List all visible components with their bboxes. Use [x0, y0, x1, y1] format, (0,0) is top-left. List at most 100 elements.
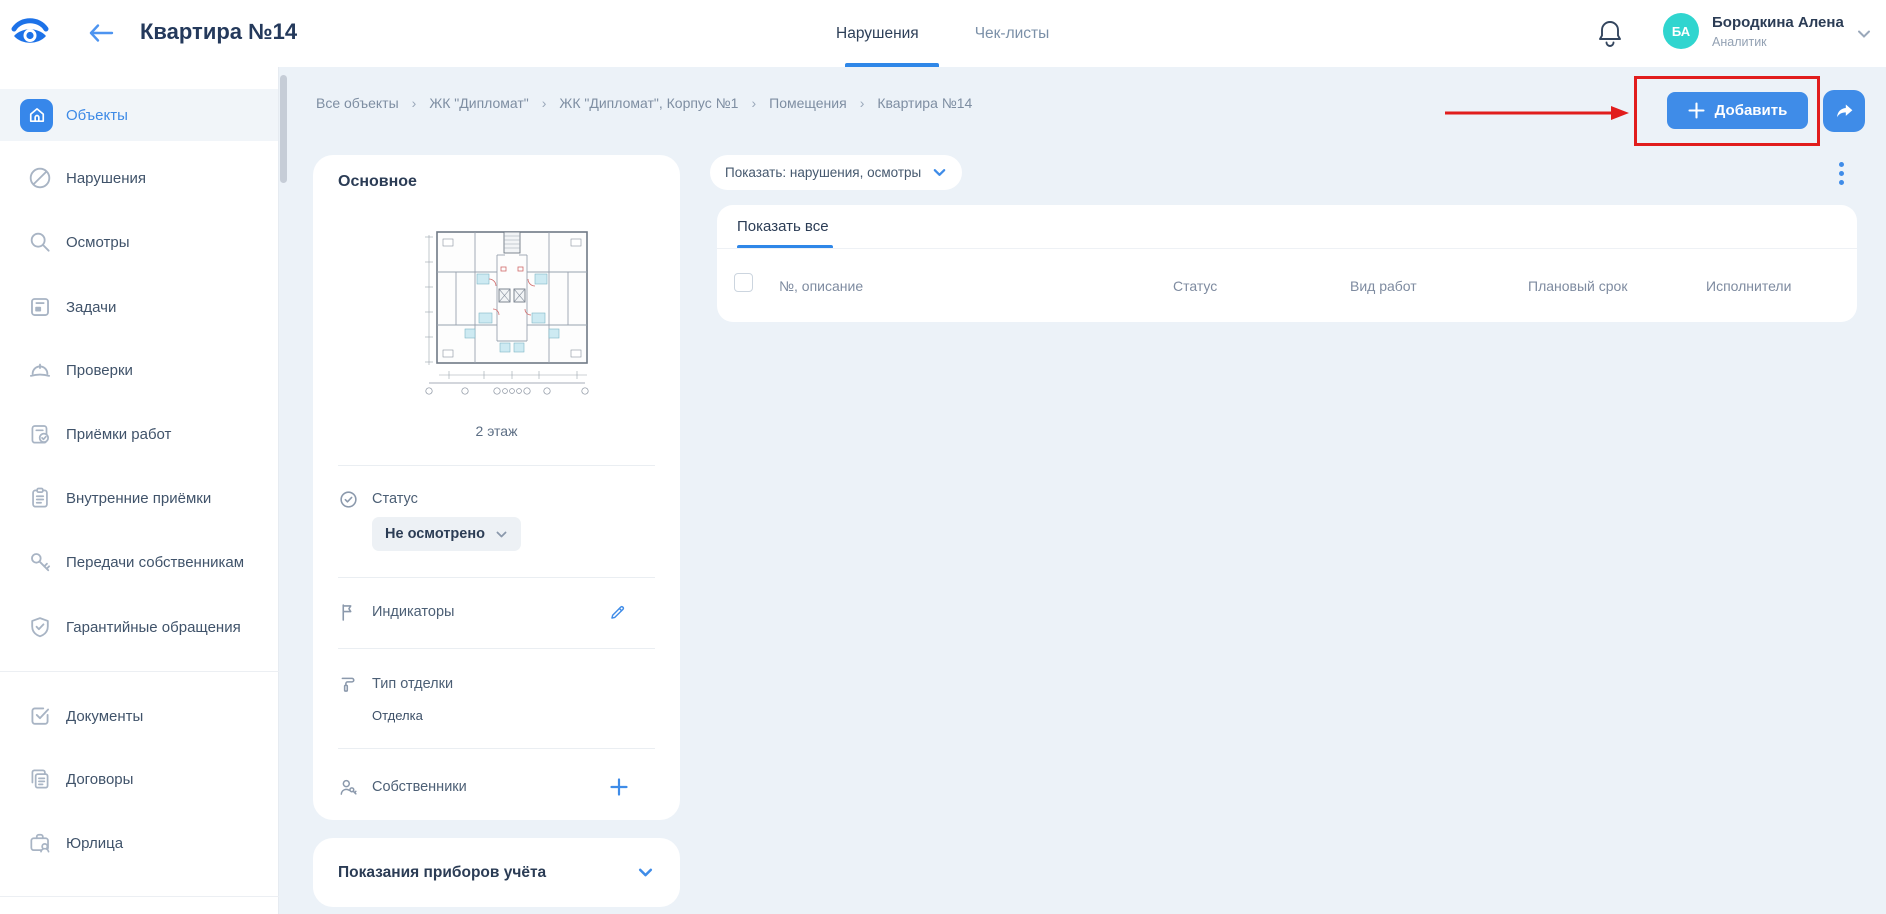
sidebar-item-inspections[interactable]: Осмотры — [0, 216, 278, 268]
documents-icon — [27, 766, 53, 792]
breadcrumb-item[interactable]: Все объекты — [316, 95, 399, 111]
divider — [338, 748, 655, 749]
clipboard-lines-icon — [27, 485, 53, 511]
chevron-down-icon — [495, 528, 508, 541]
bell-icon[interactable] — [1596, 18, 1624, 48]
magnifier-icon — [27, 229, 53, 255]
sidebar-divider — [0, 896, 279, 897]
column-planned-date: Плановый срок — [1528, 278, 1627, 294]
sidebar-item-label: Договоры — [66, 771, 133, 788]
shield-check-icon — [27, 614, 53, 640]
finish-type-value: Отделка — [372, 708, 423, 723]
flag-icon — [338, 602, 359, 623]
back-arrow-icon[interactable] — [88, 21, 114, 45]
share-button[interactable] — [1823, 90, 1865, 132]
page-tabs: Нарушения Чек-листы — [836, 0, 1049, 67]
owners-section: Собственники — [338, 771, 655, 803]
active-tab-underline — [845, 63, 939, 67]
sidebar-item-legal-entities[interactable]: Юрлица — [0, 817, 278, 869]
divider — [717, 248, 1857, 249]
pencil-icon[interactable] — [608, 603, 627, 622]
divider — [338, 577, 655, 578]
meters-card[interactable]: Показания приборов учёта — [313, 838, 680, 907]
breadcrumb: Все объекты › ЖК "Дипломат" › ЖК "Диплом… — [316, 95, 972, 111]
meters-card-title: Показания приборов учёта — [338, 864, 546, 882]
owners-label: Собственники — [372, 779, 467, 795]
annotation-arrow — [1443, 103, 1631, 123]
sidebar-item-violations[interactable]: Нарушения — [0, 152, 278, 204]
hard-hat-icon — [27, 357, 53, 383]
checkbox-icon — [27, 703, 53, 729]
plus-icon — [1688, 102, 1705, 119]
sidebar-item-label: Нарушения — [66, 170, 146, 187]
sidebar-item-checks[interactable]: Проверки — [0, 344, 278, 396]
sidebar-item-label: Юрлица — [66, 835, 123, 852]
breadcrumb-item[interactable]: ЖК "Дипломат", Корпус №1 — [559, 95, 738, 111]
chevron-down-icon — [932, 165, 947, 180]
indicators-label: Индикаторы — [372, 604, 454, 620]
tab-violations[interactable]: Нарушения — [836, 25, 919, 43]
sidebar-item-warranty[interactable]: Гарантийные обращения — [0, 601, 278, 653]
sidebar-item-owner-handover[interactable]: Передачи собственникам — [0, 536, 278, 588]
tab-checklists[interactable]: Чек-листы — [975, 25, 1050, 43]
select-all-checkbox[interactable] — [734, 273, 753, 292]
sidebar-item-work-acceptance[interactable]: Приёмки работ — [0, 408, 278, 460]
status-section: Статус — [338, 485, 655, 513]
avatar[interactable]: БА — [1663, 13, 1699, 49]
floor-plan-image[interactable] — [409, 217, 609, 407]
sidebar-item-label: Документы — [66, 708, 143, 725]
breadcrumb-item-current: Квартира №14 — [877, 95, 972, 111]
person-key-icon — [338, 777, 359, 798]
user-role: Аналитик — [1712, 35, 1844, 51]
column-executors: Исполнители — [1706, 278, 1791, 294]
home-icon — [20, 99, 53, 132]
sidebar-item-label: Приёмки работ — [66, 426, 171, 443]
sidebar-item-contracts[interactable]: Договоры — [0, 753, 278, 805]
divider — [338, 465, 655, 466]
circle-check-icon — [338, 489, 359, 510]
breadcrumb-item[interactable]: ЖК "Дипломат" — [429, 95, 528, 111]
app-window: Квартира №14 Нарушения Чек-листы БА Боро… — [0, 0, 1886, 914]
sidebar-item-label: Объекты — [66, 107, 128, 124]
top-bar: Квартира №14 Нарушения Чек-листы БА Боро… — [0, 0, 1886, 67]
share-arrow-icon — [1834, 101, 1855, 122]
status-label: Статус — [372, 491, 418, 507]
column-status: Статус — [1173, 278, 1217, 294]
table-header: №, описание Статус Вид работ Плановый ср… — [717, 260, 1857, 308]
sidebar-item-objects[interactable]: Объекты — [0, 89, 278, 141]
info-card: Основное — [313, 155, 680, 820]
tab-show-all[interactable]: Показать все — [737, 218, 829, 235]
sidebar-item-label: Внутренние приёмки — [66, 490, 211, 507]
sidebar: Объекты Нарушения Осмотры Задачи Проверк — [0, 67, 279, 914]
add-button[interactable]: Добавить — [1667, 92, 1808, 129]
status-badge[interactable]: Не осмотрено — [372, 517, 521, 551]
status-value: Не осмотрено — [385, 526, 485, 542]
sidebar-divider — [0, 671, 279, 672]
info-card-title: Основное — [338, 173, 417, 191]
filter-label: Показать: нарушения, осмотры — [725, 165, 921, 180]
sidebar-item-internal-acceptance[interactable]: Внутренние приёмки — [0, 472, 278, 524]
chevron-down-icon[interactable] — [1856, 26, 1872, 42]
sidebar-item-documents[interactable]: Документы — [0, 690, 278, 742]
filter-dropdown[interactable]: Показать: нарушения, осмотры — [710, 155, 962, 190]
user-menu[interactable]: Бородкина Алена Аналитик — [1712, 14, 1844, 50]
add-owner-button[interactable] — [609, 777, 629, 797]
paint-roller-icon — [338, 674, 359, 695]
eye-logo-icon[interactable] — [10, 14, 50, 52]
sidebar-item-label: Передачи собственникам — [66, 554, 244, 571]
user-name: Бородкина Алена — [1712, 14, 1844, 33]
breadcrumb-item[interactable]: Помещения — [769, 95, 847, 111]
divider — [338, 648, 655, 649]
finish-type-label: Тип отделки — [372, 676, 453, 692]
breadcrumb-separator: › — [751, 95, 756, 111]
prohibition-icon — [27, 165, 53, 191]
records-panel: Показать все №, описание Статус Вид рабо… — [717, 205, 1857, 322]
sidebar-item-tasks[interactable]: Задачи — [0, 281, 278, 333]
more-menu-button[interactable] — [1837, 162, 1845, 185]
column-number-description: №, описание — [779, 278, 863, 294]
key-icon — [27, 549, 53, 575]
scrollbar-thumb[interactable] — [280, 75, 287, 183]
breadcrumb-separator: › — [860, 95, 865, 111]
sidebar-item-label: Задачи — [66, 299, 116, 316]
page-title: Квартира №14 — [140, 19, 297, 45]
